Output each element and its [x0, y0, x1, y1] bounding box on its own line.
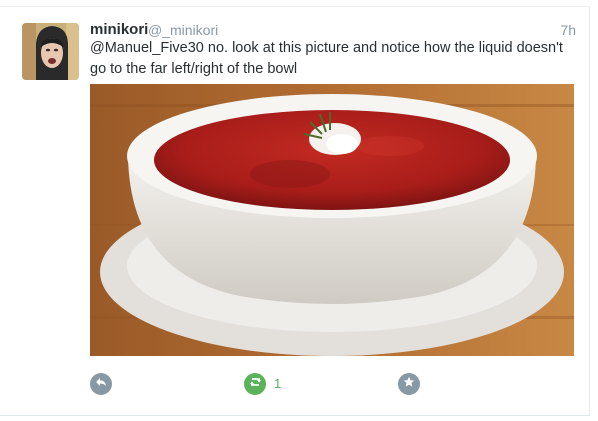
retweet-button[interactable]	[244, 373, 266, 395]
bottom-divider	[0, 415, 590, 416]
display-name[interactable]: minikori	[90, 21, 148, 38]
star-icon	[403, 375, 415, 393]
tweet-text: @Manuel_Five30 no. look at this picture …	[90, 40, 563, 77]
top-divider	[0, 6, 590, 7]
timestamp[interactable]: 7h	[560, 22, 576, 38]
right-divider	[589, 6, 590, 416]
avatar[interactable]	[22, 23, 79, 80]
retweet-icon	[249, 375, 262, 393]
favorite-button[interactable]	[398, 373, 420, 395]
user-handle[interactable]: @_minikori	[148, 22, 218, 38]
reply-icon	[95, 375, 107, 393]
retweet-count: 1	[274, 376, 282, 391]
tweet-photo[interactable]	[90, 84, 574, 356]
tweet-actions: 1	[90, 373, 490, 397]
tweet-card[interactable]: minikori @_minikori 7h @Manuel_Five30 no…	[0, 0, 598, 421]
reply-button[interactable]	[90, 373, 112, 395]
